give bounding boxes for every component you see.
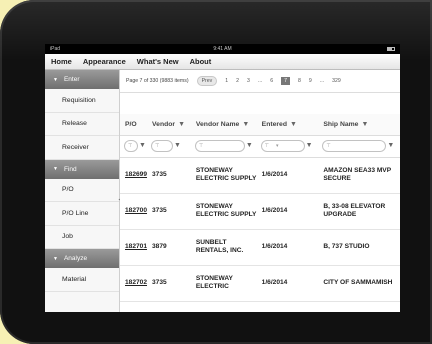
- app-screen: iPad 9:41 AM Home Appearance What's New …: [45, 44, 400, 312]
- pager: Page 7 of 330 (9883 items) Prev 1 2 3 ..…: [120, 70, 400, 93]
- menu-home[interactable]: Home: [51, 57, 72, 66]
- carrier-label: iPad: [50, 46, 61, 52]
- section-label: Find: [63, 165, 77, 173]
- po-link[interactable]: 182702: [120, 265, 148, 302]
- pager-current-page: 7: [281, 77, 291, 85]
- filter-input-po[interactable]: ⊤: [124, 139, 138, 152]
- sidebar-section-find[interactable]: ▼ Find: [45, 159, 119, 179]
- pager-prev-button[interactable]: Prev: [196, 76, 218, 86]
- pager-page[interactable]: 329: [332, 78, 341, 84]
- sidebar-item-release[interactable]: Release: [45, 112, 119, 136]
- pager-ellipsis: ...: [257, 78, 263, 84]
- column-header-entered[interactable]: Entered ▼: [256, 114, 319, 136]
- collapse-triangle-icon: ▼: [53, 255, 58, 262]
- pager-page[interactable]: 2: [236, 78, 239, 84]
- sidebar-item-material[interactable]: Material: [45, 268, 119, 292]
- column-header-label: Ship Name: [323, 120, 359, 128]
- pager-info: Page 7 of 330 (9883 items): [126, 78, 189, 84]
- table-row[interactable]: 182702 3735 STONEWAY ELECTRIC 1/6/2014 C…: [120, 265, 400, 302]
- vendor-name-cell: STONEWAY ELECTRIC SUPPLY: [190, 193, 257, 230]
- filter-icon[interactable]: ▼: [242, 121, 249, 128]
- po-grid: P/O Vendor ▼ Vendor Name ▼ Entered ▼ Ship N…: [120, 114, 400, 302]
- sidebar-item-receiver[interactable]: Receiver: [45, 136, 119, 160]
- menu-bar: Home Appearance What's New About: [45, 54, 400, 70]
- entered-cell: 1/6/2014: [256, 157, 319, 194]
- column-header-vendor-name[interactable]: Vendor Name ▼: [190, 114, 257, 136]
- sidebar-item-requisition[interactable]: Requisition: [45, 89, 119, 113]
- filter-input-ship-name[interactable]: ⊤: [322, 139, 387, 152]
- sidebar-section-analyze[interactable]: ▼ Analyze: [45, 249, 119, 268]
- pager-page[interactable]: 1: [225, 78, 228, 84]
- pager-page[interactable]: 9: [309, 78, 312, 84]
- entered-cell: 1/6/2014: [256, 193, 319, 230]
- status-bar: iPad 9:41 AM: [45, 44, 400, 54]
- ship-name-cell: B, 737 STUDIO: [318, 229, 400, 266]
- vendor-cell: 3735: [147, 157, 191, 194]
- ipad-frame: iPad 9:41 AM Home Appearance What's New …: [0, 0, 432, 344]
- grid-panel: Page 7 of 330 (9883 items) Prev 1 2 3 ..…: [120, 70, 400, 312]
- column-header-label: Entered: [261, 120, 287, 128]
- filter-icon[interactable]: ▼: [387, 142, 394, 149]
- po-link[interactable]: 182700: [120, 193, 148, 230]
- vendor-cell: 3735: [147, 265, 191, 302]
- column-header-vendor[interactable]: Vendor ▼: [147, 114, 191, 136]
- section-label: Analyze: [63, 255, 88, 262]
- filter-icon[interactable]: ▼: [290, 121, 297, 128]
- section-label: Enter: [63, 76, 80, 83]
- vendor-name-cell: SUNBELT RENTALS, INC.: [190, 229, 257, 266]
- pager-page[interactable]: 3: [247, 78, 250, 84]
- filter-input-entered[interactable]: ⊤ ▾: [260, 139, 305, 152]
- column-header-label: Vendor: [152, 120, 176, 128]
- menu-about[interactable]: About: [190, 57, 212, 66]
- po-link[interactable]: 182699: [120, 157, 148, 194]
- vendor-name-cell: STONEWAY ELECTRIC: [190, 265, 257, 302]
- vendor-name-cell: STONEWAY ELECTRIC SUPPLY: [190, 157, 257, 194]
- entered-cell: 1/6/2014: [256, 229, 319, 266]
- column-header-ship-name[interactable]: Ship Name ▼: [318, 114, 400, 136]
- clock-label: 9:41 AM: [213, 46, 232, 52]
- vendor-cell: 3735: [147, 193, 191, 230]
- sidebar-item-job[interactable]: Job: [45, 225, 119, 249]
- filter-input-vendor[interactable]: ⊤: [151, 139, 174, 152]
- filter-icon[interactable]: ▼: [178, 121, 185, 128]
- entered-cell: 1/6/2014: [256, 265, 319, 302]
- sidebar-item-po[interactable]: P/O: [45, 178, 119, 202]
- menu-appearance[interactable]: Appearance: [83, 57, 126, 66]
- filter-icon[interactable]: ▼: [361, 121, 368, 128]
- filter-row: ⊤ ▼ ⊤ ▼ ⊤ ▼ ⊤ ▾ ▼ ⊤ ▼: [120, 135, 400, 158]
- table-row[interactable]: 182699 3735 STONEWAY ELECTRIC SUPPLY 1/6…: [120, 157, 400, 194]
- table-row[interactable]: 182701 3879 SUNBELT RENTALS, INC. 1/6/20…: [120, 229, 400, 266]
- pager-page[interactable]: 8: [298, 78, 301, 84]
- ship-name-cell: CITY OF SAMMAMISH: [318, 265, 400, 302]
- table-row[interactable]: 182700 3735 STONEWAY ELECTRIC SUPPLY 1/6…: [120, 193, 400, 230]
- filter-icon[interactable]: ▼: [306, 142, 313, 149]
- collapse-triangle-icon: ▼: [53, 166, 58, 172]
- sidebar: ▼ Enter Requisition Release Receiver ▼ Fin…: [45, 70, 123, 312]
- sidebar-item-po-line[interactable]: P/O Line: [45, 202, 119, 226]
- ship-name-cell: AMAZON SEA33 MVP SECURE: [318, 157, 400, 194]
- column-header-po[interactable]: P/O: [120, 114, 148, 136]
- filter-icon[interactable]: ▼: [174, 142, 181, 149]
- filter-icon[interactable]: ▼: [139, 142, 146, 149]
- vendor-cell: 3879: [147, 229, 191, 266]
- battery-icon: [387, 47, 395, 51]
- sidebar-section-enter[interactable]: ▼ Enter: [45, 70, 119, 89]
- ship-name-cell: B, 33-08 ELEVATOR UPGRADE: [318, 193, 400, 230]
- pager-page[interactable]: 6: [270, 78, 273, 84]
- menu-whats-new[interactable]: What's New: [137, 57, 179, 66]
- column-header-label: Vendor Name: [195, 120, 240, 128]
- po-link[interactable]: 182701: [120, 229, 148, 266]
- collapse-triangle-icon: ▼: [53, 76, 58, 83]
- filter-input-vendor-name[interactable]: ⊤: [194, 139, 245, 152]
- pager-ellipsis: ...: [319, 78, 325, 84]
- filter-icon[interactable]: ▼: [246, 142, 253, 149]
- column-header-label: P/O: [125, 120, 137, 128]
